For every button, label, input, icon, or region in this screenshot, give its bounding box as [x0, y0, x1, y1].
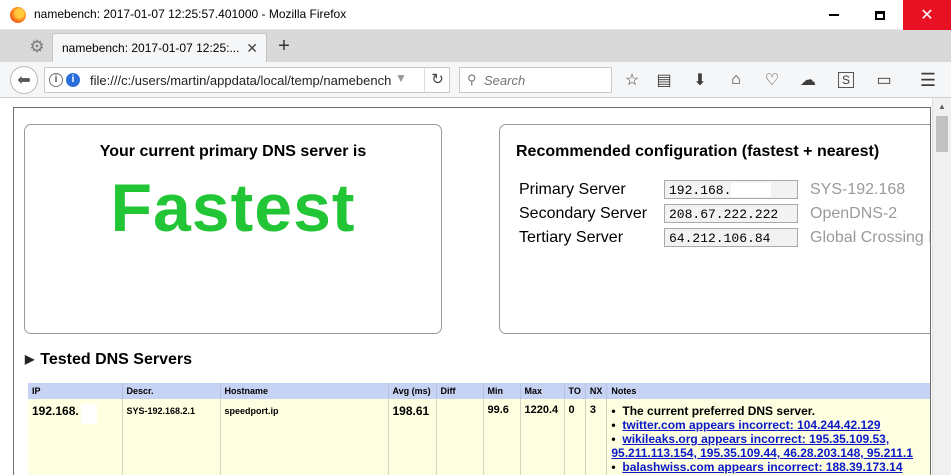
column-header: IP [28, 383, 123, 399]
column-header: Avg (ms) [388, 383, 437, 399]
expand-triangle-icon: ▶ [25, 352, 35, 366]
tertiary-server-desc: Global Crossing N [810, 229, 931, 246]
maximize-icon [875, 10, 885, 20]
back-arrow-icon: ⬅ [17, 72, 31, 89]
gear-icon[interactable]: ⚙ [24, 36, 50, 58]
scrollbar-thumb[interactable] [936, 116, 948, 152]
column-header: TO [564, 383, 586, 399]
tertiary-server-label: Tertiary Server [519, 229, 624, 246]
minimize-button[interactable] [811, 0, 857, 30]
primary-server-label: Primary Server [519, 181, 626, 198]
home-icon[interactable]: ⌂ [724, 69, 748, 91]
close-window-button[interactable]: ✕ [903, 0, 951, 30]
column-header: Min [483, 383, 521, 399]
column-header: Notes [606, 383, 930, 399]
identity-icon[interactable]: i [49, 73, 63, 87]
column-header: Descr. [122, 383, 221, 399]
search-bar[interactable]: ⚲ [459, 67, 612, 93]
note-item: • twitter.com appears incorrect: 104.244.… [611, 418, 881, 432]
site-info-icon[interactable]: i [66, 73, 80, 87]
download-icon[interactable]: ⬇ [688, 69, 712, 91]
cell-min: 99.6 [483, 399, 521, 475]
cell-max: 1220.4 [520, 399, 565, 475]
secondary-server-row: Secondary Server 208.67.222.222 OpenDNS-… [519, 204, 930, 224]
tested-servers-title: Tested DNS Servers [40, 351, 193, 368]
close-icon: ✕ [920, 7, 934, 24]
minimize-icon [829, 14, 839, 16]
window-titlebar: namebench: 2017-01-07 12:25:57.401000 - … [0, 0, 951, 30]
note-link[interactable]: balashwiss.com appears incorrect: 188.39… [622, 460, 902, 474]
cell-hostname: speedport.ip [220, 399, 389, 475]
maximize-button[interactable] [857, 0, 903, 30]
tab-namebench[interactable]: namebench: 2017-01-07 12:25:... ✕ [52, 33, 267, 62]
redaction-mask [80, 404, 97, 424]
reload-icon[interactable]: ↻ [424, 68, 450, 92]
notes-list: • The current preferred DNS server. • twit… [611, 404, 928, 474]
tab-close-icon[interactable]: ✕ [246, 40, 258, 57]
search-icon: ⚲ [467, 72, 477, 87]
tested-servers-table: IP Descr. Hostname Avg (ms) Diff Min Max… [28, 383, 930, 475]
url-dropdown-icon[interactable]: ▼ [395, 71, 407, 85]
primary-server-desc: SYS-192.168 [810, 181, 906, 198]
cell-notes: • The current preferred DNS server. • twit… [606, 399, 930, 475]
note-item: • wikileaks.org appears incorrect: 195.35… [611, 432, 890, 446]
current-dns-panel: Your current primary DNS server is Faste… [24, 124, 442, 334]
redaction-mask [731, 183, 772, 197]
note-item: • The current preferred DNS server. [611, 404, 816, 418]
page-content: Your current primary DNS server is Faste… [0, 98, 951, 475]
bookmark-star-icon[interactable]: ☆ [620, 69, 644, 91]
cell-ip: 192.168. [28, 399, 123, 475]
tertiary-server-ip[interactable]: 64.212.106.84 [664, 228, 798, 247]
scroll-up-icon[interactable]: ▲ [938, 102, 946, 111]
column-header: Max [520, 383, 565, 399]
note-item-continuation: 95.211.113.154, 195.35.109.44, 46.28.203… [611, 446, 928, 460]
primary-server-ip[interactable]: 192.168. [664, 180, 798, 199]
namebench-report: Your current primary DNS server is Faste… [13, 107, 931, 475]
note-item: • balashwiss.com appears incorrect: 188.3… [611, 460, 903, 474]
search-input[interactable] [484, 71, 608, 89]
table-row: 192.168. SYS-192.168.2.1 speedport.ip 19… [28, 399, 930, 475]
navigation-bar: ⬅ i i file:///c:/users/martin/appdata/lo… [0, 62, 951, 98]
new-tab-button[interactable]: + [272, 35, 296, 57]
note-link[interactable]: wikileaks.org appears incorrect: 195.35.… [622, 432, 889, 446]
window-title: namebench: 2017-01-07 12:25:57.401000 - … [34, 7, 347, 21]
reader-list-icon[interactable]: ▤ [652, 69, 676, 91]
screenshot-icon[interactable]: ▭ [872, 69, 896, 91]
secondary-server-label: Secondary Server [519, 205, 648, 222]
pocket-icon[interactable]: ♡ [760, 69, 784, 91]
column-header: Hostname [220, 383, 389, 399]
secondary-server-ip[interactable]: 208.67.222.222 [664, 204, 798, 223]
cell-avg: 198.61 [388, 399, 437, 475]
current-dns-verdict: Fastest [110, 170, 356, 246]
table-header-row: IP Descr. Hostname Avg (ms) Diff Min Max… [28, 383, 930, 399]
cell-to: 0 [564, 399, 586, 475]
recommended-heading: Recommended configuration (fastest + nea… [516, 143, 880, 160]
note-link[interactable]: 95.211.113.154, 195.35.109.44, 46.28.203… [611, 446, 913, 460]
tab-strip: ⚙ namebench: 2017-01-07 12:25:... ✕ + [0, 30, 951, 62]
sync-icon[interactable]: ☁ [796, 69, 820, 91]
cell-diff [436, 399, 484, 475]
recommended-config-panel: Recommended configuration (fastest + nea… [499, 124, 931, 334]
url-text[interactable]: file:///c:/users/martin/appdata/local/te… [90, 73, 392, 88]
note-link[interactable]: twitter.com appears incorrect: 104.244.4… [622, 418, 880, 432]
cell-descr: SYS-192.168.2.1 [122, 399, 221, 475]
url-bar[interactable]: i i file:///c:/users/martin/appdata/loca… [44, 67, 450, 93]
tab-title: namebench: 2017-01-07 12:25:... [62, 41, 240, 55]
tertiary-server-row: Tertiary Server 64.212.106.84 Global Cro… [519, 228, 931, 248]
vertical-scrollbar[interactable]: ▲ [932, 98, 951, 475]
current-dns-heading: Your current primary DNS server is [99, 143, 367, 160]
cell-nx: 3 [585, 399, 608, 475]
column-header: Diff [436, 383, 484, 399]
menu-icon[interactable]: ☰ [916, 69, 940, 91]
column-header: NX [585, 383, 608, 399]
secondary-server-desc: OpenDNS-2 [810, 205, 898, 222]
s-addon-icon[interactable]: S [834, 69, 858, 91]
firefox-logo-icon [10, 7, 26, 23]
tested-servers-toggle[interactable]: ▶ Tested DNS Servers [25, 351, 192, 369]
primary-server-row: Primary Server 192.168. SYS-192.168 [519, 180, 930, 200]
back-button[interactable]: ⬅ [10, 66, 38, 94]
